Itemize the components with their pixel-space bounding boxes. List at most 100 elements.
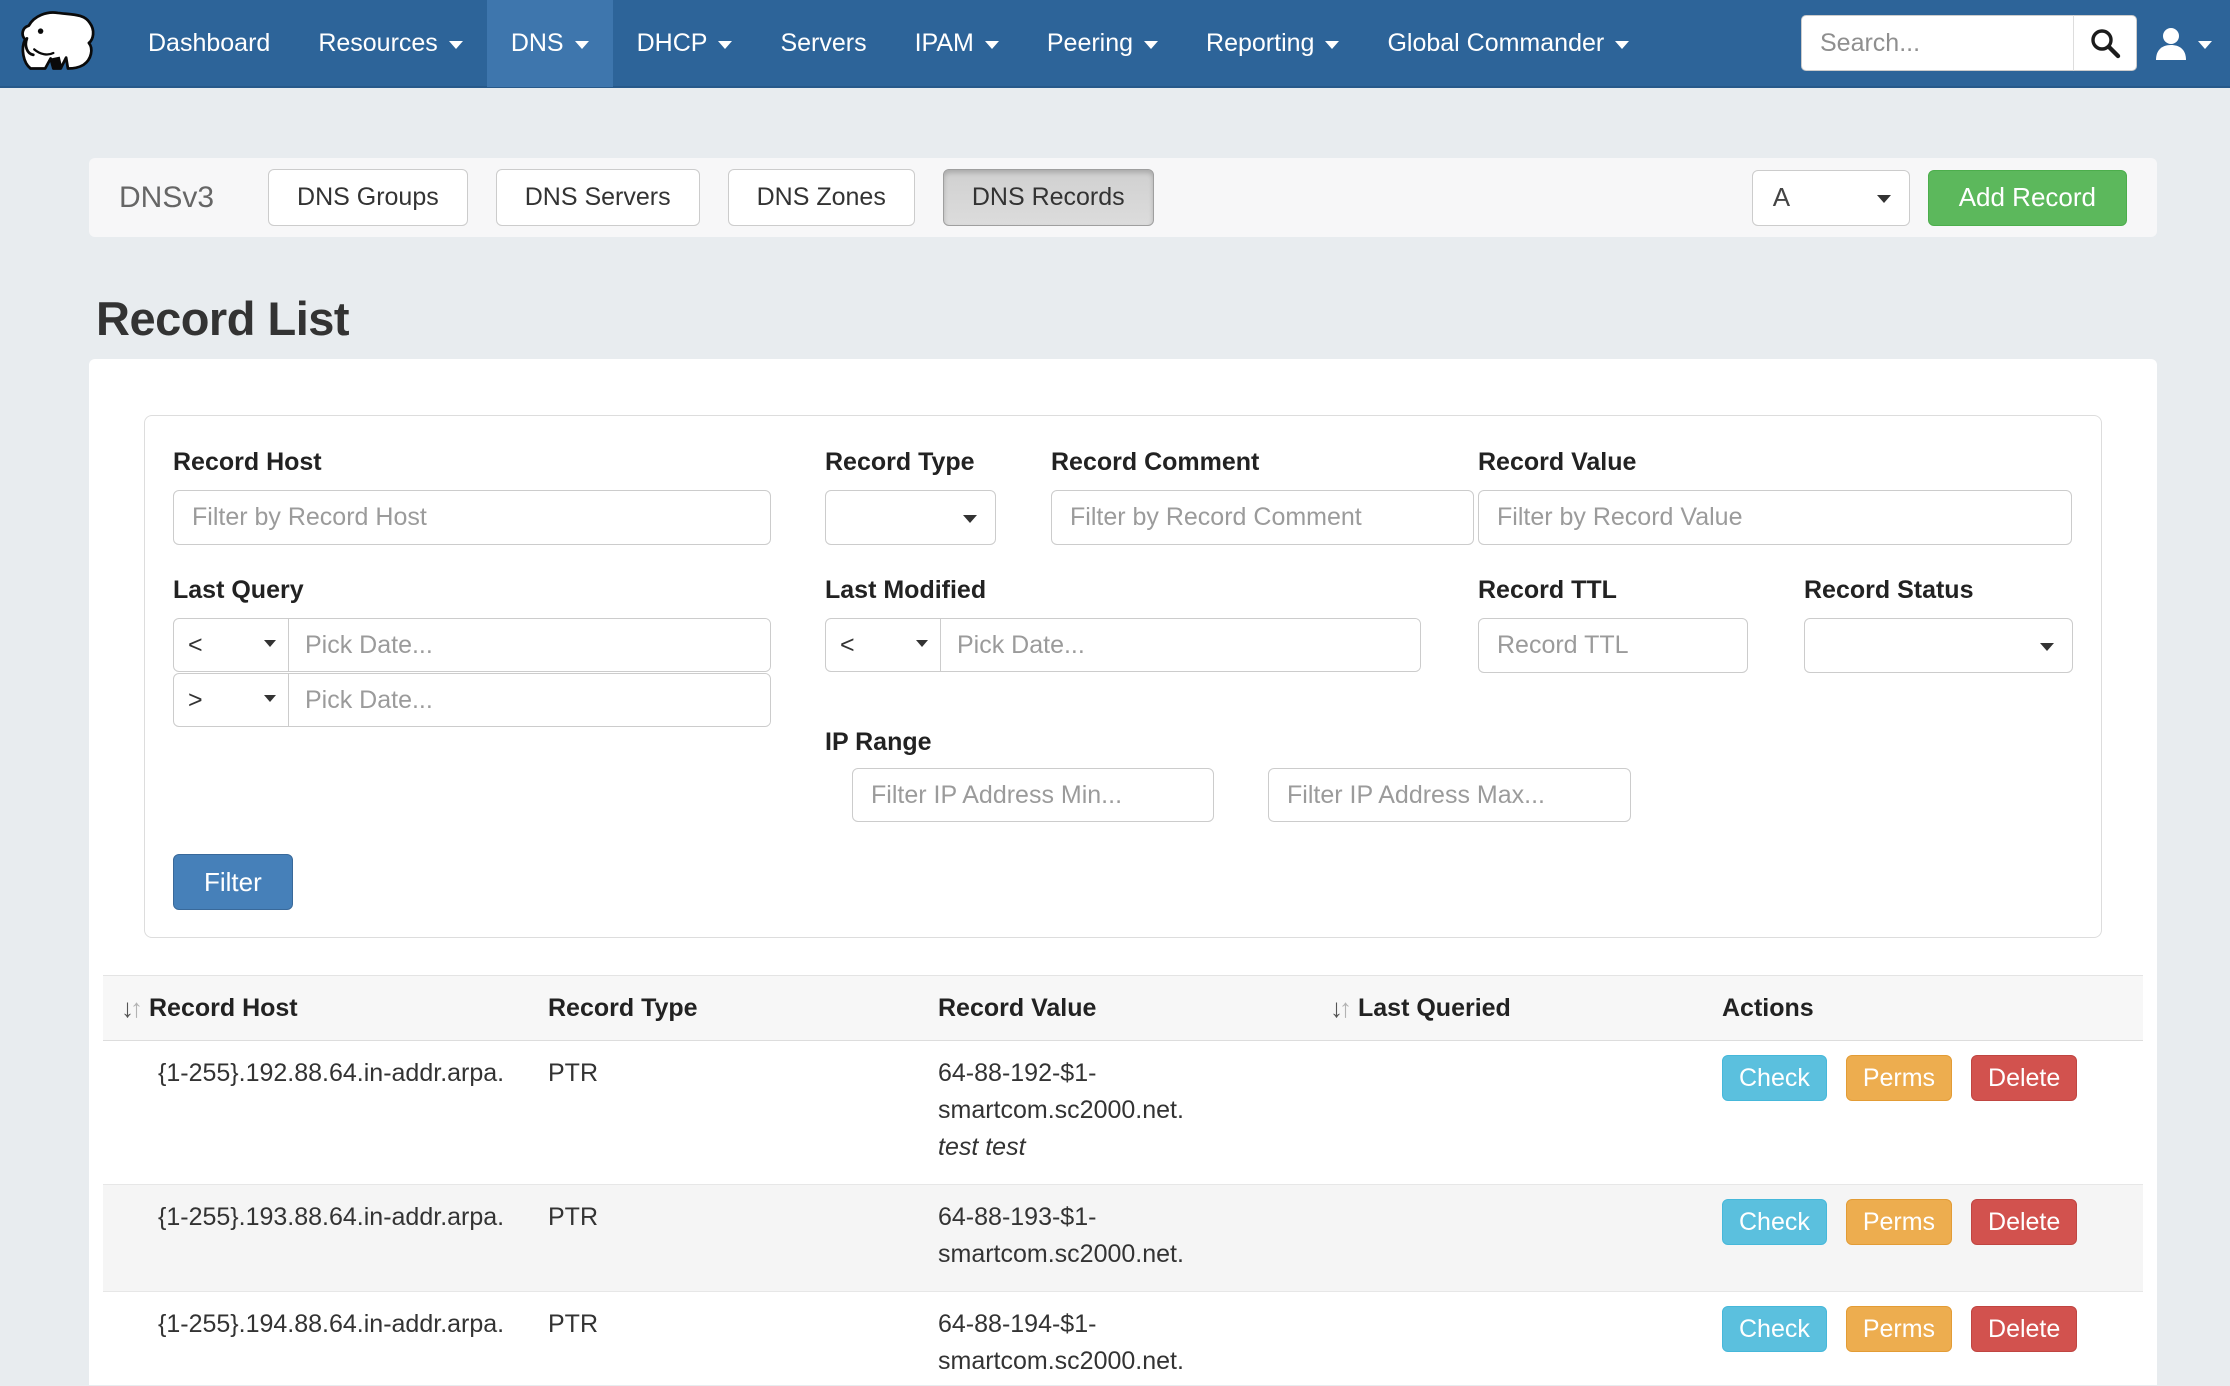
nav-item-label: Peering — [1047, 29, 1133, 58]
record-value-text: 64-88-192-$1-smartcom.sc2000.net. — [938, 1055, 1238, 1129]
search-input[interactable] — [1801, 15, 2073, 71]
record-list-panel: Record Host Record Type Record Comment R… — [89, 359, 2157, 1385]
perms-button[interactable]: Perms — [1846, 1306, 1952, 1352]
check-button[interactable]: Check — [1722, 1306, 1827, 1352]
cell-actions: Check Perms Delete — [1722, 1055, 2143, 1101]
nav-item-ipam[interactable]: IPAM — [891, 0, 1023, 87]
record-comment-label: Record Comment — [1051, 448, 1259, 477]
sort-icon[interactable]: ↓↑ — [1330, 993, 1348, 1024]
perms-button[interactable]: Perms — [1846, 1055, 1952, 1101]
add-record-button[interactable]: Add Record — [1928, 170, 2127, 226]
top-navbar: Dashboard Resources DNS DHCP Servers IPA… — [0, 0, 2230, 88]
record-table: ↓↑ Record Host Record Type Record Value … — [103, 975, 2143, 1385]
tab-dns-servers[interactable]: DNS Servers — [496, 169, 700, 226]
table-row: {1-255}.193.88.64.in-addr.arpa. PTR 64-8… — [103, 1185, 2143, 1292]
cell-record-host: {1-255}.192.88.64.in-addr.arpa. — [103, 1055, 548, 1092]
cell-record-value: 64-88-194-$1-smartcom.sc2000.net. — [938, 1306, 1330, 1380]
nav-item-label: IPAM — [915, 29, 974, 58]
record-ttl-input[interactable] — [1478, 618, 1748, 673]
last-modified-group: < — [825, 618, 1421, 672]
last-modified-label: Last Modified — [825, 576, 986, 605]
perms-button[interactable]: Perms — [1846, 1199, 1952, 1245]
cell-record-value: 64-88-193-$1-smartcom.sc2000.net. — [938, 1199, 1330, 1273]
table-row: {1-255}.194.88.64.in-addr.arpa. PTR 64-8… — [103, 1292, 2143, 1385]
cell-record-host: {1-255}.194.88.64.in-addr.arpa. — [103, 1306, 548, 1343]
delete-button[interactable]: Delete — [1971, 1199, 2077, 1245]
user-icon — [2153, 25, 2189, 61]
last-query-op-less-select[interactable]: < — [174, 619, 289, 671]
col-record-value: Record Value — [938, 994, 1330, 1023]
nav-item-label: DNS — [511, 29, 564, 58]
search-button[interactable] — [2073, 15, 2137, 71]
record-type-filter-select[interactable] — [825, 490, 996, 545]
tab-dns-zones[interactable]: DNS Zones — [728, 169, 915, 226]
cell-record-type: PTR — [548, 1055, 938, 1092]
chevron-down-icon — [2040, 643, 2054, 651]
last-query-op-greater-select[interactable]: > — [174, 674, 289, 726]
search-icon — [2088, 26, 2122, 60]
delete-button[interactable]: Delete — [1971, 1306, 2077, 1352]
record-value-text: 64-88-194-$1-smartcom.sc2000.net. — [938, 1306, 1238, 1380]
record-ttl-label: Record TTL — [1478, 576, 1617, 605]
chevron-down-icon — [1144, 41, 1158, 49]
record-comment-text: test test — [938, 1129, 1330, 1166]
col-record-type: Record Type — [548, 994, 938, 1023]
cell-actions: Check Perms Delete — [1722, 1199, 2143, 1245]
col-record-host[interactable]: ↓↑ Record Host — [103, 993, 548, 1024]
cell-record-type: PTR — [548, 1199, 938, 1236]
sort-icon[interactable]: ↓↑ — [121, 993, 139, 1024]
user-menu[interactable] — [2137, 25, 2230, 61]
check-button[interactable]: Check — [1722, 1199, 1827, 1245]
tab-dns-records[interactable]: DNS Records — [943, 169, 1154, 226]
last-query-after-date-input[interactable] — [289, 674, 770, 726]
nav-item-global-commander[interactable]: Global Commander — [1363, 0, 1653, 87]
nav-item-peering[interactable]: Peering — [1023, 0, 1182, 87]
delete-button[interactable]: Delete — [1971, 1055, 2077, 1101]
nav-item-dhcp[interactable]: DHCP — [613, 0, 757, 87]
record-type-select[interactable]: A — [1752, 170, 1910, 226]
last-modified-date-input[interactable] — [941, 619, 1420, 671]
record-value-text: 64-88-193-$1-smartcom.sc2000.net. — [938, 1199, 1238, 1273]
tab-dns-groups[interactable]: DNS Groups — [268, 169, 468, 226]
last-query-label: Last Query — [173, 576, 304, 605]
record-host-label: Record Host — [173, 448, 322, 477]
cell-record-type: PTR — [548, 1306, 938, 1343]
nav-item-label: Resources — [318, 29, 438, 58]
chevron-down-icon — [916, 640, 928, 647]
ip-range-min-input[interactable] — [852, 768, 1214, 822]
record-comment-input[interactable] — [1051, 490, 1474, 545]
last-modified-op-select[interactable]: < — [826, 619, 941, 671]
cell-record-host: {1-255}.193.88.64.in-addr.arpa. — [103, 1199, 548, 1236]
filter-submit-button[interactable]: Filter — [173, 854, 293, 910]
nav-item-reporting[interactable]: Reporting — [1182, 0, 1363, 87]
record-type-selected-value: A — [1773, 182, 1790, 213]
record-value-input[interactable] — [1478, 490, 2072, 545]
nav-item-label: Servers — [780, 29, 866, 58]
last-query-before-date-input[interactable] — [289, 619, 770, 671]
nav-item-label: Dashboard — [148, 29, 270, 58]
col-last-queried[interactable]: ↓↑ Last Queried — [1330, 993, 1722, 1024]
mammoth-logo[interactable] — [16, 8, 98, 78]
nav-item-dns[interactable]: DNS — [487, 0, 613, 87]
nav-item-label: Global Commander — [1387, 29, 1604, 58]
chevron-down-icon — [718, 41, 732, 49]
nav-item-resources[interactable]: Resources — [294, 0, 487, 87]
record-status-select[interactable] — [1804, 618, 2073, 673]
nav-item-dashboard[interactable]: Dashboard — [124, 0, 294, 87]
last-query-after-group: > — [173, 673, 771, 727]
dnsv3-title: DNSv3 — [119, 181, 214, 215]
ip-range-max-input[interactable] — [1268, 768, 1631, 822]
col-label: Last Queried — [1358, 994, 1511, 1023]
nav-item-label: DHCP — [637, 29, 708, 58]
chevron-down-icon — [985, 41, 999, 49]
record-host-input[interactable] — [173, 490, 771, 545]
chevron-down-icon — [264, 695, 276, 702]
ip-range-label: IP Range — [825, 728, 932, 757]
record-type-label: Record Type — [825, 448, 975, 477]
col-actions: Actions — [1722, 994, 2143, 1023]
check-button[interactable]: Check — [1722, 1055, 1827, 1101]
chevron-down-icon — [575, 41, 589, 49]
cell-actions: Check Perms Delete — [1722, 1306, 2143, 1352]
nav-item-servers[interactable]: Servers — [756, 0, 890, 87]
chevron-down-icon — [1877, 195, 1891, 203]
